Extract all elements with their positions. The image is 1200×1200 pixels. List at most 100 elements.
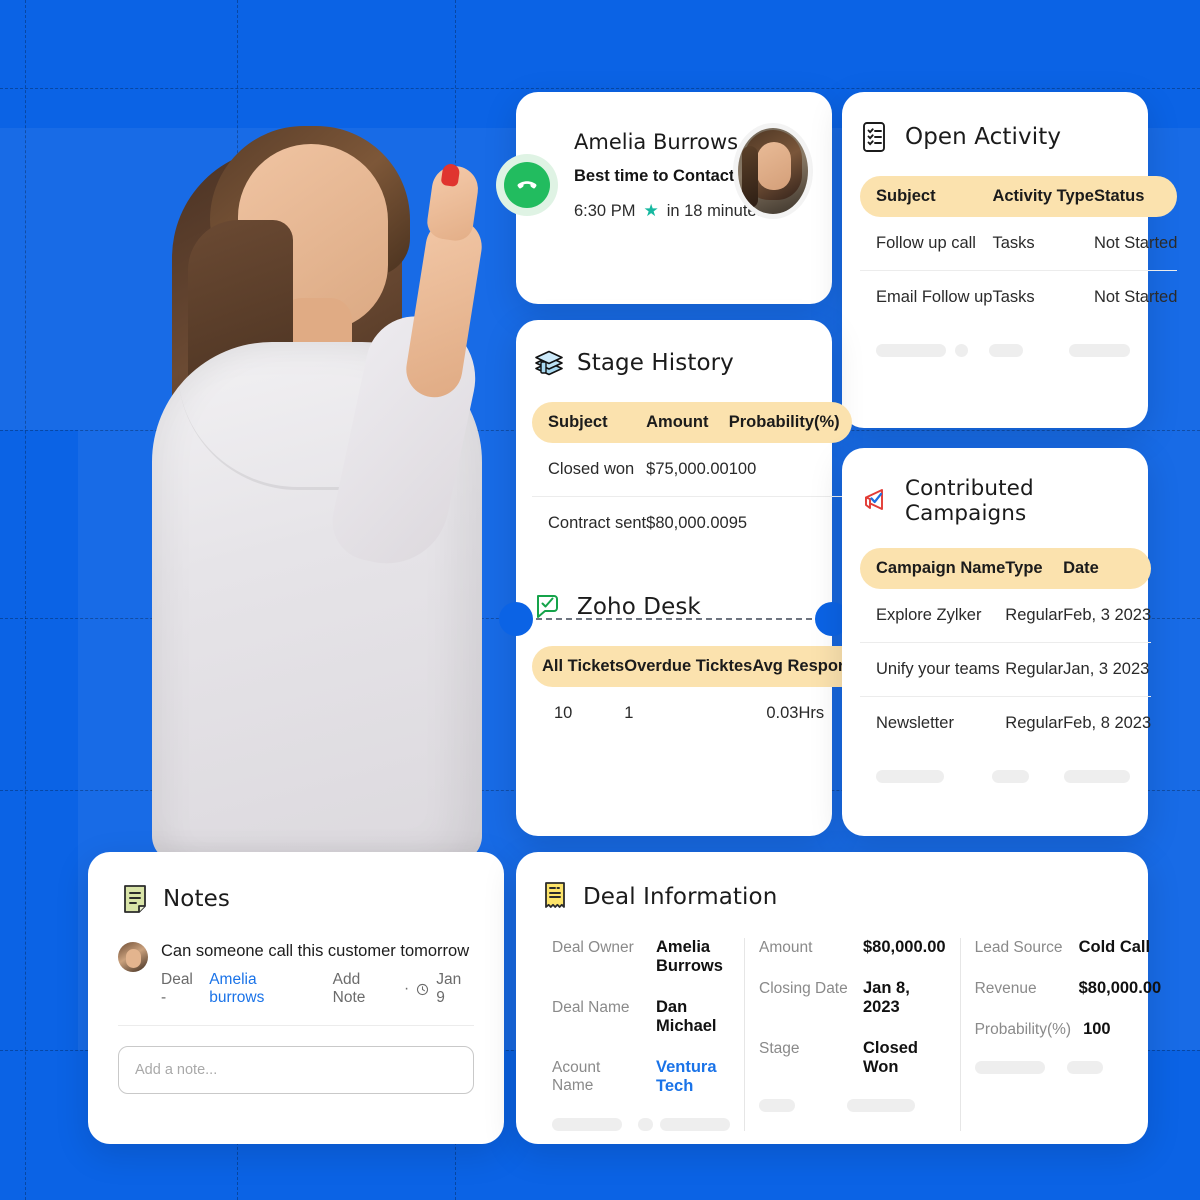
cell: $75,000.00 <box>646 443 729 497</box>
deal-field: Acount Name Ventura Tech <box>552 1058 730 1096</box>
star-icon: ★ <box>643 201 659 220</box>
person-photo <box>60 120 530 862</box>
table-row[interactable]: Contract sent $80,000.00 95 <box>532 497 852 551</box>
table-row[interactable]: Email Follow up Tasks Not Started <box>860 271 1177 325</box>
cell: 1 <box>624 704 634 722</box>
note-page-icon <box>118 882 152 916</box>
skeleton-bar <box>1066 1061 1103 1074</box>
column-header: Campaign Name <box>876 559 1006 577</box>
table-row[interactable]: Explore Zylker Regular Feb, 3 2023 <box>860 589 1152 643</box>
stage-history-header: Stage History <box>532 346 816 380</box>
skeleton-row <box>860 344 1130 357</box>
phone-icon <box>504 162 550 208</box>
table-row[interactable]: Closed won $75,000.00 100 <box>532 443 852 497</box>
skeleton-bar <box>876 770 945 783</box>
deal-field-value: Dan Michael <box>656 998 717 1035</box>
table-row[interactable]: Unify your teams Regular Jan, 3 2023 <box>860 642 1152 697</box>
open-activity-title: Open Activity <box>905 124 1062 150</box>
cell: Follow up call <box>860 217 993 271</box>
contact-time-value: 6:30 PM <box>574 201 636 220</box>
open-activity-header: Open Activity <box>860 120 1130 154</box>
deal-field-value: Closed Won <box>863 1039 919 1076</box>
note-item: Can someone call this customer tomorrow … <box>118 942 474 1007</box>
cell: Regular <box>1005 589 1064 643</box>
deal-field-value[interactable]: Ventura Tech <box>656 1058 730 1096</box>
open-activity-card: Open Activity Subject Activity Type Stat… <box>842 92 1178 428</box>
zoho-desk-section: Zoho Desk All Tickets Overdue Ticktes Av… <box>516 550 922 740</box>
stage-history-section: Stage History Subject Amount Probability… <box>516 320 852 550</box>
note-meta-dot: · <box>404 980 410 997</box>
notes-header: Notes <box>118 882 474 916</box>
deal-field-label: Acount Name <box>552 1059 601 1094</box>
clock-icon <box>416 983 429 996</box>
skeleton-bar <box>1069 344 1130 357</box>
contributed-campaigns-table: Campaign Name Type Date Explore Zylker R… <box>860 548 1152 751</box>
cell: Feb, 8 2023 <box>1063 714 1152 732</box>
deal-field-value: Cold Call <box>1078 938 1151 956</box>
ticket-divider <box>536 618 812 620</box>
deal-field-label: Deal Owner <box>552 939 634 956</box>
column-header: Activity Type <box>992 187 1094 205</box>
deal-field: Revenue $80,000.00 <box>975 979 1162 998</box>
add-note-input[interactable] <box>118 1046 474 1094</box>
deal-field-label: Deal Name <box>552 999 630 1016</box>
cell: 10 <box>554 704 573 722</box>
deal-field: Deal Name Dan Michael <box>552 998 730 1036</box>
skeleton-bar <box>989 344 1024 357</box>
cell: Contract sent <box>548 514 647 532</box>
column-header: Subject <box>548 413 608 431</box>
open-activity-table: Subject Activity Type Status Follow up c… <box>860 176 1178 325</box>
contributed-campaigns-header: Contributed Campaigns <box>860 476 1130 526</box>
grid-line-horizontal <box>0 88 1200 89</box>
avatar-face <box>757 142 791 190</box>
cell: 100 <box>728 443 852 497</box>
note-author-avatar <box>118 942 148 972</box>
zoho-desk-title: Zoho Desk <box>577 594 701 620</box>
deal-field-label: Revenue <box>974 980 1037 997</box>
table-header-row: Subject Activity Type Status <box>860 176 1178 217</box>
skeleton-bar <box>552 1118 622 1131</box>
cell: Not Started <box>1093 217 1178 271</box>
note-meta-prefix: Deal - <box>161 971 193 1006</box>
deal-field-label: Stage <box>759 1040 800 1057</box>
contact-card: Amelia Burrows Best time to Contact - To… <box>496 92 832 304</box>
deal-column: Lead Source Cold Call Revenue $80,000.00… <box>959 938 1176 1131</box>
deal-column: Amount $80,000.00 Closing Date Jan 8, 20… <box>744 938 960 1131</box>
deal-information-card: Deal Information Deal Owner Amelia Burro… <box>516 852 1161 1144</box>
note-deal-link[interactable]: Amelia burrows <box>209 971 315 1007</box>
skeleton-bar <box>1063 770 1130 783</box>
stage-history-title: Stage History <box>577 350 734 376</box>
column-header: Type <box>1005 559 1043 577</box>
column-header: Date <box>1063 559 1099 577</box>
deal-column: Deal Owner Amelia Burrows Deal Name Dan … <box>538 938 744 1131</box>
note-meta: Deal - Amelia burrows Add Note · Jan 9 <box>161 971 474 1007</box>
receipt-icon <box>538 880 572 914</box>
cell: Unify your teams <box>860 642 1006 697</box>
deal-field: Probability(%) 100 <box>975 1020 1162 1039</box>
deal-field-label: Closing Date <box>759 980 848 997</box>
skeleton-bar <box>638 1118 653 1131</box>
skeleton-row <box>759 1099 946 1112</box>
cell: Tasks <box>992 217 1094 271</box>
cell: Regular <box>1005 714 1064 732</box>
cell: Closed won <box>532 443 647 497</box>
table-row[interactable]: Follow up call Tasks Not Started <box>860 217 1178 271</box>
avatar-hair-strand <box>742 146 758 208</box>
column-header: Subject <box>876 187 936 205</box>
call-button[interactable] <box>496 154 558 216</box>
note-date: Jan 9 <box>436 971 462 1006</box>
grid-line-vertical <box>25 0 26 1200</box>
notes-card: Notes Can someone call this customer tom… <box>88 852 504 1144</box>
add-note-action[interactable]: Add Note <box>333 971 397 1007</box>
skeleton-bar <box>974 1061 1045 1074</box>
column-header: Probability(%) <box>728 413 840 431</box>
avatar <box>738 128 808 214</box>
deal-field-value: $80,000.00 <box>863 938 946 956</box>
column-header: Amount <box>646 413 709 431</box>
cell: Regular <box>1005 642 1064 697</box>
skeleton-bar <box>954 344 969 357</box>
contributed-campaigns-title: Contributed Campaigns <box>905 476 1034 526</box>
ticket-notch-left <box>499 602 533 636</box>
deal-field-value: Jan 8, 2023 <box>863 979 910 1016</box>
table-row[interactable]: Newsletter Regular Feb, 8 2023 <box>860 697 1151 751</box>
